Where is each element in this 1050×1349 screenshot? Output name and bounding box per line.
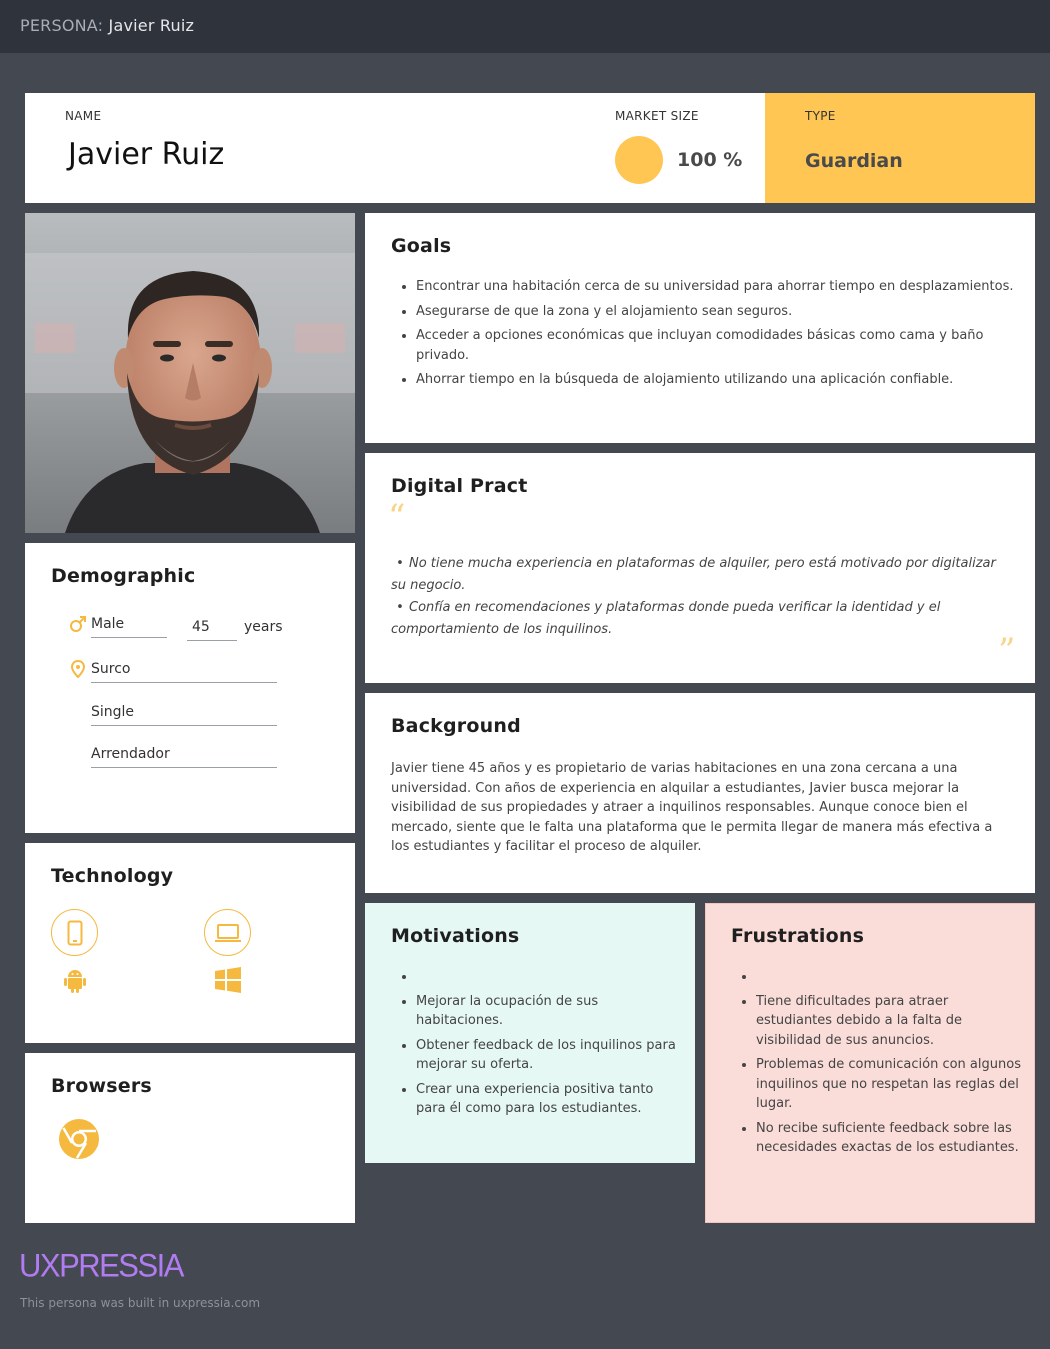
header-card: NAME Javier Ruiz MARKET SIZE 100 % TYPE … — [25, 93, 1035, 203]
quote-line: • No tiene mucha experiencia en plataform… — [391, 556, 996, 593]
name-label: NAME — [65, 109, 102, 123]
list-item: Acceder a opciones económicas que incluy… — [416, 326, 1036, 365]
market-size-value: 100 % — [677, 149, 743, 171]
list-item: Problemas de comunicación con algunos in… — [756, 1055, 1026, 1114]
list-item: Obtener feedback de los inquilinos para … — [416, 1036, 686, 1075]
motivations-card: Motivations Mejorar la ocupación de sus … — [365, 903, 695, 1163]
occupation-field[interactable]: Arrendador — [91, 746, 277, 768]
list-item: Ahorrar tiempo en la búsqueda de alojami… — [416, 370, 1036, 390]
type-label: TYPE — [805, 109, 836, 123]
footer-note[interactable]: This persona was built in uxpressia.com — [20, 1296, 260, 1310]
top-bar: PERSONA: Javier Ruiz — [0, 0, 1050, 53]
browsers-card: Browsers — [25, 1053, 355, 1223]
quote-line: • Confía en recomendaciones y plataformas… — [391, 600, 941, 637]
windows-icon — [215, 967, 241, 997]
motivations-list: Mejorar la ocupación de sus habitaciones… — [391, 967, 686, 1124]
motivations-title: Motivations — [391, 925, 520, 947]
browsers-title: Browsers — [51, 1075, 152, 1097]
demographic-card: Demographic Male 45 years Surco Single A… — [25, 543, 355, 833]
list-item — [416, 967, 686, 987]
laptop-icon — [204, 909, 251, 956]
male-icon — [69, 615, 87, 637]
status-field[interactable]: Single — [91, 704, 277, 726]
list-item: Encontrar una habitación cerca de su uni… — [416, 277, 1036, 297]
age-field[interactable]: 45 — [187, 619, 237, 641]
persona-title-prefix: PERSONA: — [20, 16, 104, 35]
portrait-illustration — [25, 213, 355, 533]
goals-title: Goals — [391, 235, 452, 257]
age-unit: years — [244, 619, 283, 635]
smartphone-icon — [51, 909, 98, 956]
chrome-icon — [58, 1118, 100, 1164]
goals-list: Encontrar una habitación cerca de su uni… — [391, 277, 1036, 395]
list-item: Asegurarse de que la zona y el alojamien… — [416, 302, 1036, 322]
persona-title: PERSONA: Javier Ruiz — [20, 16, 194, 35]
persona-photo — [25, 213, 355, 533]
android-icon — [63, 967, 87, 997]
market-size-label: MARKET SIZE — [615, 109, 699, 123]
frustrations-list: Tiene dificultades para atraer estudiant… — [731, 967, 1026, 1163]
type-value: Guardian — [805, 150, 903, 172]
persona-title-name: Javier Ruiz — [108, 16, 195, 35]
background-card: Background Javier tiene 45 años y es pro… — [365, 693, 1035, 893]
uxpressia-logo[interactable]: UXPRESSIA — [19, 1247, 184, 1285]
background-text: Javier tiene 45 años y es propietario de… — [391, 761, 993, 854]
type-panel: TYPE Guardian — [765, 93, 1035, 203]
goals-card: Goals Encontrar una habitación cerca de … — [365, 213, 1035, 443]
persona-name: Javier Ruiz — [68, 137, 225, 172]
background-title: Background — [391, 715, 521, 737]
list-item: Mejorar la ocupación de sus habitaciones… — [416, 992, 686, 1031]
list-item: Crear una experiencia positiva tanto par… — [416, 1080, 686, 1119]
frustrations-title: Frustrations — [731, 925, 865, 947]
close-quote-icon: ” — [998, 631, 1016, 671]
location-pin-icon — [70, 659, 86, 682]
list-item — [756, 967, 1026, 987]
location-field[interactable]: Surco — [91, 661, 277, 683]
digital-quote-text: • No tiene mucha experiencia en plataform… — [391, 553, 1006, 641]
list-item: Tiene dificultades para atraer estudiant… — [756, 992, 1026, 1051]
digital-title: Digital Pract — [391, 475, 528, 497]
list-item: No recibe suficiente feedback sobre las … — [756, 1119, 1026, 1158]
digital-card: Digital Pract “ • No tiene mucha experien… — [365, 453, 1035, 683]
open-quote-icon: “ — [388, 497, 406, 537]
market-size-circle — [615, 136, 663, 184]
gender-field[interactable]: Male — [91, 616, 167, 638]
technology-title: Technology — [51, 865, 174, 887]
demographic-title: Demographic — [51, 565, 196, 587]
technology-card: Technology — [25, 843, 355, 1043]
frustrations-card: Frustrations Tiene dificultades para atr… — [705, 903, 1035, 1223]
